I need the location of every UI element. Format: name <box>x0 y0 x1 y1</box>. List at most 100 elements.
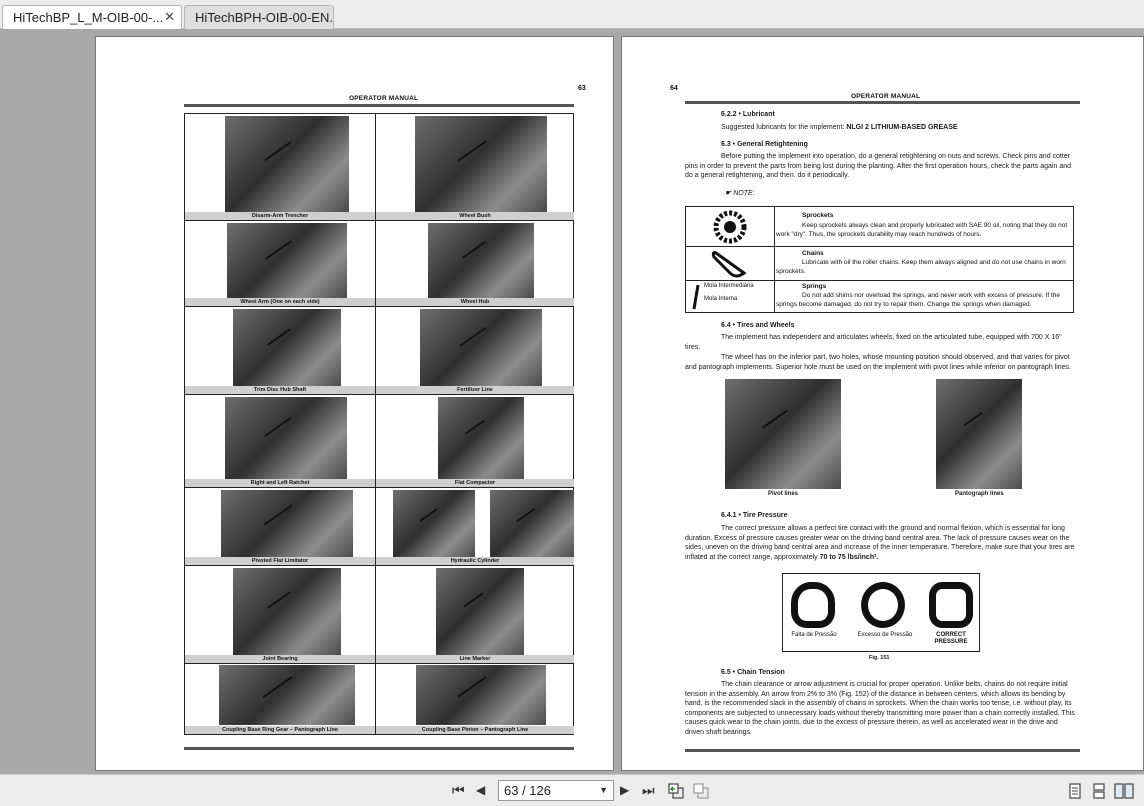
note-row: Sprockets Keep sprockets always clean an… <box>686 207 1073 247</box>
close-icon[interactable]: ✕ <box>164 9 175 25</box>
photo <box>415 116 547 212</box>
photo-cell: Pivoted Flat Limitator <box>185 488 376 566</box>
photo-caption: Pivot lines <box>768 491 799 497</box>
two-page-view-icon[interactable] <box>1114 783 1134 799</box>
paragraph: The implement has independent and articu… <box>685 334 1062 351</box>
pantograph-lines-photo <box>936 379 1022 489</box>
photo-caption: Right and Left Ratchet <box>185 479 375 487</box>
photo-cell: Right and Left Ratchet <box>185 395 376 488</box>
photo-cell: Wheel Bush <box>376 114 574 221</box>
spring-label: Mola Interna <box>704 296 738 302</box>
sprocket-icon <box>713 210 747 244</box>
page-number: 63 <box>578 85 586 92</box>
photo-cell: Hydraulic Cylinder <box>376 488 574 566</box>
photo <box>227 223 347 298</box>
tab-label: HiTechBPH-OIB-00-EN... <box>195 10 334 25</box>
photo <box>225 116 349 212</box>
tire-pressure-figure: Falta de Pressão Excesso de Pressão CORR… <box>782 573 980 652</box>
photo <box>436 568 524 656</box>
photo-cell: Coupling Base Pinion – Pantograph Line <box>376 664 574 734</box>
photo-caption: Pantograph lines <box>955 491 1004 497</box>
photo <box>428 223 534 298</box>
tab-document-2[interactable]: HiTechBPH-OIB-00-EN... <box>184 5 334 29</box>
page-indicator: 63 / 126 <box>504 783 551 798</box>
note-icon-cell <box>686 207 775 246</box>
photo <box>420 309 542 387</box>
note-title: Sprockets <box>802 212 834 219</box>
paragraph: The wheel has on the inferior part, two … <box>685 354 1072 371</box>
photo <box>393 490 475 558</box>
page-header: OPERATOR MANUAL <box>851 93 921 100</box>
chevron-down-icon: ▼ <box>599 785 608 795</box>
note-icon-cell <box>686 247 775 280</box>
last-page-button[interactable]: ⏭ <box>642 782 655 798</box>
document-viewer[interactable]: OPERATOR MANUAL 63 Disarm-Arm Trencher W… <box>0 30 1144 774</box>
section-title: 6.2.2 • Lubricant <box>721 111 775 118</box>
photo-cell: Wheel Arm (One on each side) <box>185 221 376 307</box>
section-title: 6.4 • Tires and Wheels <box>721 322 795 329</box>
note-row: Chains Lubricate with oil the roller cha… <box>686 247 1073 281</box>
single-page-view-icon[interactable] <box>1068 783 1082 799</box>
page-64: 64 OPERATOR MANUAL 6.2.2 • Lubricant Sug… <box>621 36 1144 771</box>
photo-caption: Wheel Bush <box>376 212 574 220</box>
navigation-toolbar: ⏮ ◀ 63 / 126 ▼ ▶ ⏭ <box>0 774 1144 806</box>
photo-caption: Coupling Base Ring Gear – Pantograph Lin… <box>185 726 375 734</box>
pointing-hand-icon: ☛ <box>725 190 734 197</box>
photo <box>233 568 341 656</box>
back-view-icon[interactable] <box>668 783 684 799</box>
page-header: OPERATOR MANUAL <box>349 95 419 102</box>
note-body: Keep sprockets always clean and properly… <box>776 222 1068 238</box>
photo-caption: Wheel Hub <box>376 298 574 306</box>
photo-caption: Trim Disc Hub Shaft <box>185 386 375 394</box>
tire-label: Falta de Pressão <box>791 632 837 638</box>
footer-rule <box>685 749 1080 752</box>
photo-caption: Line Marker <box>376 655 574 663</box>
previous-page-button[interactable]: ◀ <box>476 782 485 798</box>
tab-bar: HiTechBP_L_M-OIB-00-... ✕ HiTechBPH-OIB-… <box>0 0 1144 29</box>
note-body: Lubricate with oil the roller chains. Ke… <box>776 259 1066 275</box>
footer-rule <box>184 747 574 750</box>
photo-cell: Wheel Hub <box>376 221 574 307</box>
photo-grid: Disarm-Arm Trencher Wheel Bush Wheel Arm… <box>184 113 574 735</box>
note-title: Chains <box>802 250 824 257</box>
note-text: NOTE: <box>733 190 755 197</box>
continuous-view-icon[interactable] <box>1092 783 1106 799</box>
paragraph: The correct pressure allows a perfect ti… <box>685 524 1077 562</box>
photo-caption: Coupling Base Pinion – Pantograph Line <box>376 726 574 734</box>
tire-correct-pressure-icon <box>929 582 973 628</box>
section-title: 6.3 • General Retightening <box>721 141 808 148</box>
photo-cell: Joint Bearing <box>185 566 376 664</box>
tab-document-1[interactable]: HiTechBP_L_M-OIB-00-... ✕ <box>2 5 182 29</box>
photo-cell: Disarm-Arm Trencher <box>185 114 376 221</box>
note-table: Sprockets Keep sprockets always clean an… <box>685 206 1074 313</box>
photo <box>221 490 353 558</box>
tab-label: HiTechBP_L_M-OIB-00-... <box>13 10 164 25</box>
photo <box>490 490 574 558</box>
lubricant-text: Suggested lubricants for the implement: <box>721 124 845 131</box>
first-page-button[interactable]: ⏮ <box>452 782 465 798</box>
note-label: ☛ NOTE: <box>725 189 755 199</box>
photo <box>416 665 546 725</box>
photo-caption: Joint Bearing <box>185 655 375 663</box>
photo-caption: Wheel Arm (One on each side) <box>185 298 375 306</box>
page-63: OPERATOR MANUAL 63 Disarm-Arm Trencher W… <box>95 36 614 771</box>
next-page-button[interactable]: ▶ <box>620 782 629 798</box>
photo <box>233 309 341 387</box>
photo-caption: Flat Compactor <box>376 479 574 487</box>
photo-cell: Flat Compactor <box>376 395 574 488</box>
note-body: Do not add shims nor overload the spring… <box>776 292 1060 308</box>
photo <box>438 397 524 480</box>
section-title: 6.4.1 • Tire Pressure <box>721 512 788 519</box>
photo-cell: Line Marker <box>376 566 574 664</box>
figure-label: Fig. 151 <box>869 655 890 661</box>
chain-icon <box>711 251 747 278</box>
header-rule <box>685 101 1080 104</box>
page-selector[interactable]: 63 / 126 ▼ <box>498 780 614 801</box>
photo-cell: Coupling Base Ring Gear – Pantograph Lin… <box>185 664 376 734</box>
pressure-text: The correct pressure allows a perfect ti… <box>685 525 1075 561</box>
photo-caption: Pivoted Flat Limitator <box>185 557 375 565</box>
photo-caption: Fertilizer Line <box>376 386 574 394</box>
forward-view-icon[interactable] <box>693 783 709 799</box>
lubricant-name: NLGI 2 LITHIUM-BASED GREASE <box>846 124 958 131</box>
paragraph: Suggested lubricants for the implement: … <box>721 123 958 133</box>
